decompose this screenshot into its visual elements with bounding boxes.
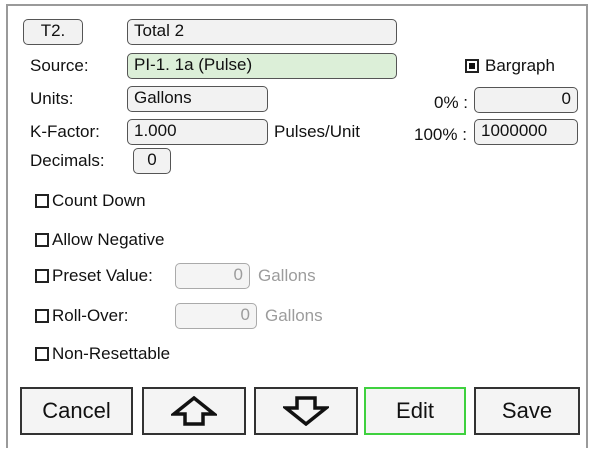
preset-value-option[interactable]: Preset Value: <box>35 266 153 286</box>
move-up-button[interactable] <box>142 387 246 435</box>
allow-negative-label: Allow Negative <box>52 230 165 249</box>
allow-negative-option[interactable]: Allow Negative <box>35 230 164 250</box>
source-label: Source: <box>30 56 89 75</box>
non-resettable-option[interactable]: Non-Resettable <box>35 344 170 364</box>
preset-value-checkbox[interactable] <box>35 269 49 283</box>
non-resettable-checkbox[interactable] <box>35 347 49 361</box>
kfactor-label: K-Factor: <box>30 122 100 141</box>
source-field[interactable]: PI-1. 1a (Pulse) <box>127 53 397 79</box>
kfactor-unit-label: Pulses/Unit <box>274 122 360 141</box>
kfactor-field[interactable]: 1.000 <box>127 119 268 145</box>
units-label: Units: <box>30 89 74 108</box>
bargraph-zero-label: 0% : <box>434 93 469 112</box>
decimals-label: Decimals: <box>30 151 105 170</box>
bargraph-zero-field[interactable]: 0 <box>474 87 578 113</box>
units-field[interactable]: Gallons <box>127 86 268 112</box>
count-down-option[interactable]: Count Down <box>35 191 146 211</box>
count-down-checkbox[interactable] <box>35 194 49 208</box>
save-button[interactable]: Save <box>474 387 580 435</box>
arrow-up-outline-icon <box>171 396 217 426</box>
roll-over-checkbox[interactable] <box>35 309 49 323</box>
preset-unit-label: Gallons <box>258 266 316 285</box>
non-resettable-label: Non-Resettable <box>52 344 171 363</box>
count-down-label: Count Down <box>52 191 146 210</box>
bargraph-toggle[interactable]: Bargraph <box>465 56 555 76</box>
roll-over-unit-label: Gallons <box>265 306 323 325</box>
bargraph-label: Bargraph <box>485 56 555 75</box>
allow-negative-checkbox[interactable] <box>35 233 49 247</box>
cancel-button[interactable]: Cancel <box>20 387 133 435</box>
preset-value-label: Preset Value: <box>52 266 153 285</box>
name-field[interactable]: Total 2 <box>127 19 397 45</box>
roll-over-label: Roll-Over: <box>52 306 129 325</box>
decimals-field[interactable]: 0 <box>133 148 171 174</box>
bargraph-checkbox[interactable] <box>465 59 479 73</box>
move-down-button[interactable] <box>254 387 358 435</box>
arrow-down-outline-icon <box>283 396 329 426</box>
bargraph-hundred-field[interactable]: 1000000 <box>474 119 578 145</box>
tag-button[interactable]: T2. <box>23 19 83 45</box>
preset-value-field[interactable]: 0 <box>175 263 250 289</box>
bargraph-hundred-label: 100% : <box>414 125 467 144</box>
roll-over-option[interactable]: Roll-Over: <box>35 306 129 326</box>
edit-button[interactable]: Edit <box>364 387 466 435</box>
roll-over-field[interactable]: 0 <box>175 303 257 329</box>
